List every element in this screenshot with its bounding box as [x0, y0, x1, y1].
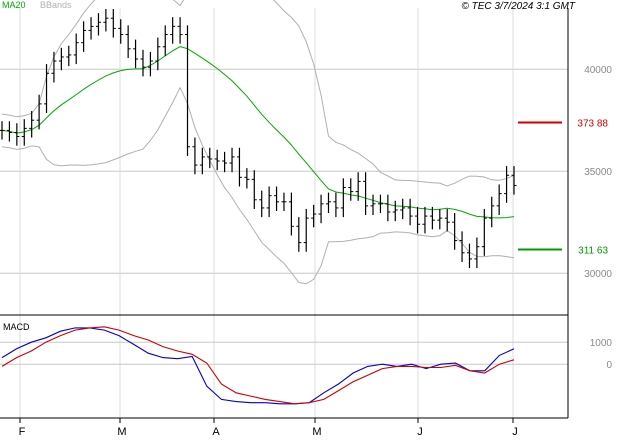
- stock-chart: 373 88 311 63 30000 35000 40000 MA20 BBands…: [0, 0, 613, 438]
- time-tick-label: M: [117, 426, 126, 438]
- price-tick-label: 30000: [584, 269, 612, 280]
- copyright-text: © TEC 3/7/2024 3:1 GMT: [461, 1, 575, 12]
- macd-lines: [1, 326, 515, 405]
- time-tick-label: M: [312, 426, 321, 438]
- price-panel: [0, 8, 568, 314]
- time-tick-label: J: [512, 426, 518, 438]
- macd-axis: 1000 0: [590, 338, 613, 371]
- support-label: 311 63: [578, 245, 608, 256]
- time-tick-label: A: [212, 426, 220, 438]
- ma20-label: MA20: [2, 0, 26, 10]
- macd-line: [1, 327, 515, 405]
- price-tick-label: 40000: [584, 65, 612, 76]
- time-tick-label: F: [19, 426, 26, 438]
- macd-tick-label: 0: [606, 360, 612, 371]
- time-tick-label: J: [417, 426, 423, 438]
- macd-label: MACD: [3, 322, 30, 332]
- time-axis: FMAMJJ: [19, 418, 518, 438]
- macd-grid: [0, 341, 568, 365]
- price-tick-label: 35000: [584, 167, 612, 178]
- resistance-label: 373 88: [577, 118, 608, 129]
- bbands-label: BBands: [40, 0, 72, 10]
- macd-tick-label: 1000: [590, 338, 613, 349]
